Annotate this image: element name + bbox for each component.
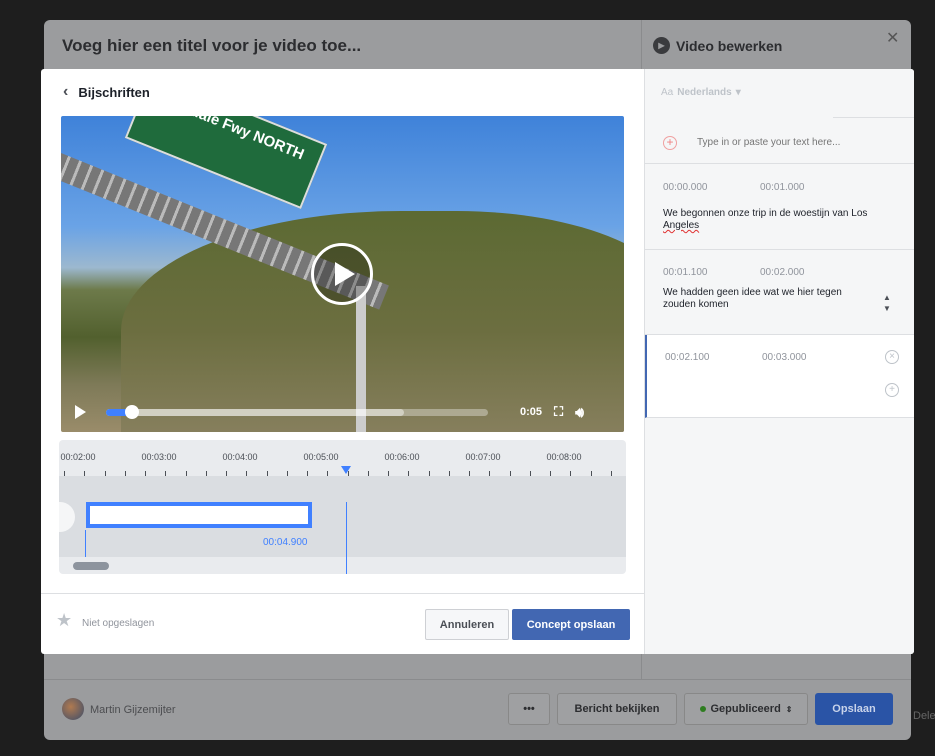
caption-item[interactable]: 00:00.000 00:01.000 We begonnen onze tri… <box>645 165 914 250</box>
add-icon[interactable]: + <box>663 136 677 150</box>
timeline-tick-label: 00:03:00 <box>141 452 177 462</box>
scroll-left-button[interactable] <box>59 502 75 532</box>
playhead-line <box>346 502 347 574</box>
avatar <box>62 698 84 720</box>
language-label: Nederlands <box>677 87 732 98</box>
caption-text[interactable]: We begonnen onze trip in de woestijn van… <box>663 208 878 232</box>
caption-start[interactable]: 00:00.000 <box>663 182 708 193</box>
text-scroll-arrows[interactable]: ▲ ▼ <box>883 292 891 314</box>
save-button[interactable]: Opslaan <box>815 693 893 725</box>
caption-item[interactable]: 00:01.100 00:02.000 We hadden geen idee … <box>645 250 914 335</box>
caption-text[interactable]: We hadden geen idee wat we hier tegen zou… <box>663 287 878 311</box>
caret-down-icon: ▾ <box>735 87 741 98</box>
modal-title: Bijschriften <box>78 84 150 100</box>
timeline-scrollbar[interactable] <box>73 562 109 570</box>
caption-text-line: We hadden geen idee wat we hier tegen <box>663 287 842 298</box>
caption-start[interactable]: 00:02.100 <box>665 352 710 363</box>
save-draft-button[interactable]: Concept opslaan <box>512 609 630 640</box>
back-chevron-icon[interactable]: ‹ <box>63 83 68 101</box>
current-time: 0:05 <box>520 406 543 418</box>
new-caption-row: + <box>645 119 914 164</box>
captions-modal: ‹ Bijschriften Glendale Fwy NORTH 0:05 ⛶ … <box>41 69 914 654</box>
status-label: Gepubliceerd <box>710 703 781 715</box>
timeline-tick-label: 00:07:00 <box>465 452 501 462</box>
fullscreen-icon[interactable]: ⛶ <box>554 404 563 420</box>
more-button[interactable]: ••• <box>508 693 550 725</box>
buffered-bar <box>106 408 404 416</box>
captions-panel: AaNederlands▾ + 00:00.000 00:01.000 We b… <box>644 69 914 654</box>
video-controls: 0:05 ⛶ 🔊︎ <box>61 392 624 432</box>
star-icon: ★ <box>56 610 73 630</box>
seek-knob[interactable] <box>124 404 139 419</box>
edge-text: Delen <box>913 710 935 722</box>
caption-start[interactable]: 00:01.100 <box>663 267 708 278</box>
timeline-tick-label: 00:08:00 <box>546 452 582 462</box>
caption-text-line: Angeles <box>663 220 700 231</box>
user-name: Martin Gijzemijter <box>90 704 176 716</box>
divider <box>833 117 914 118</box>
delete-caption-icon[interactable]: × <box>885 350 899 364</box>
status-dot <box>699 706 706 712</box>
view-post-button[interactable]: Bericht bekijken <box>557 693 677 725</box>
segment-end-time: 00:04.900 <box>263 537 308 548</box>
play-circle-icon: ▶ <box>653 37 670 54</box>
status-select[interactable]: Gepubliceerd ⇕ <box>684 693 808 725</box>
play-icon[interactable] <box>75 405 86 419</box>
video-player[interactable]: Glendale Fwy NORTH 0:05 ⛶ 🔊︎ <box>61 116 624 432</box>
caption-text-line: We begonnen onze trip in de woestijn van… <box>663 208 868 219</box>
timeline-tick-label: 00:04:00 <box>222 452 258 462</box>
save-status: Niet opgeslagen <box>82 618 155 629</box>
caption-end[interactable]: 00:02.000 <box>760 267 805 278</box>
volume-icon[interactable]: 🔊︎ <box>575 404 584 421</box>
close-icon[interactable]: ✕ <box>886 28 899 48</box>
caption-text-input[interactable] <box>697 137 897 148</box>
caption-item-selected[interactable]: 00:02.100 00:03.000 × + <box>645 335 914 418</box>
cancel-button[interactable]: Annuleren <box>425 609 509 640</box>
caption-end[interactable]: 00:03.000 <box>762 352 807 363</box>
language-select[interactable]: Aa Nederlands ▾ <box>661 87 741 98</box>
caption-end[interactable]: 00:01.000 <box>760 182 805 193</box>
video-title: Voeg hier een titel voor je video toe... <box>62 36 362 55</box>
edit-video-header: ▶ Video bewerken <box>653 37 782 54</box>
segment-start-line <box>85 530 86 557</box>
seek-bar[interactable] <box>106 404 488 419</box>
play-button[interactable] <box>311 243 373 305</box>
select-arrow-icon: ⇕ <box>785 704 793 714</box>
timeline-tick-label: 00:06:00 <box>384 452 420 462</box>
caption-text-line: zouden komen <box>663 299 729 310</box>
caption-segment[interactable] <box>86 502 312 528</box>
timeline-tick-label: 00:05:00 <box>303 452 339 462</box>
timeline-tick-label: 00:02:00 <box>60 452 96 462</box>
add-caption-icon[interactable]: + <box>885 383 899 397</box>
caption-timeline[interactable]: 00:02:00 00:03:00 00:04:00 00:05:00 00:06:00… <box>59 440 626 574</box>
font-icon: Aa <box>661 87 674 98</box>
panel-title: Video bewerken <box>676 37 783 54</box>
timeline-track: 00:04.900 <box>59 476 626 574</box>
modal-footer: ★ Niet opgeslagen Annuleren Concept opsl… <box>41 593 644 654</box>
playhead-handle[interactable] <box>341 466 351 474</box>
